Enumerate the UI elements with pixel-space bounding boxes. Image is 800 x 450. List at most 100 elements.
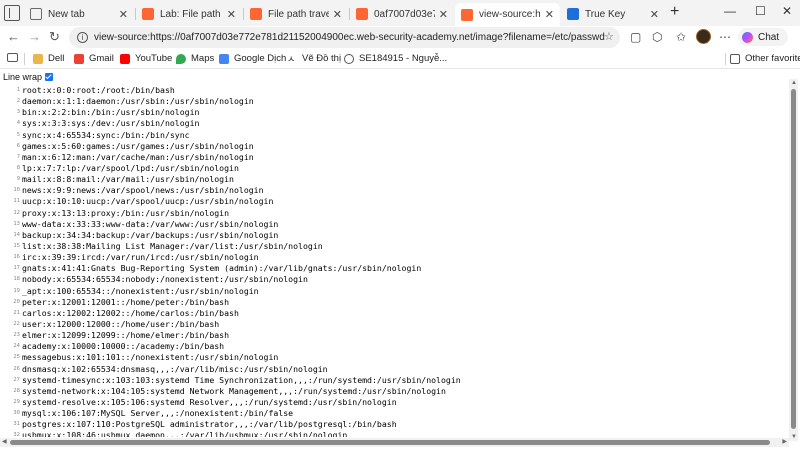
site-info-icon[interactable]: i [77,32,88,43]
source-line: 19 _apt:x:100:65534::/nonexistent:/usr/sb… [0,286,790,297]
new-tab-button[interactable]: + [670,4,679,20]
bookmark-youtube[interactable]: YouTube [120,53,172,64]
new-tab-icon [30,8,42,20]
bookmark-maps[interactable]: Maps [176,53,214,64]
other-favorites-label: Other favorites [745,53,800,64]
bookmark-label: Maps [191,53,215,64]
bookmark-gmail[interactable]: Gmail [74,53,114,64]
tab-file-path-traversal[interactable]: File path traversal, tr ✕ [244,3,348,25]
close-icon[interactable]: ✕ [227,8,236,21]
gmail-icon [74,53,84,64]
source-line: 3 bin:x:2:2:bin:/bin:/usr/sbin/nologin [0,107,790,118]
line-wrap-toggle[interactable]: Line wrap [3,72,54,82]
bookmark-se184915[interactable]: SE184915 - Nguyễ... [344,53,447,64]
close-icon[interactable]: ✕ [545,8,554,21]
line-text: mail:x:8:8:mail:/var/mail:/usr/sbin/nolo… [22,174,234,185]
source-line: 23 elmer:x:12099:12099::/home/elmer:/bin/… [0,330,790,341]
source-line: 32 usbmux:x:108:46:usbmux daemon,,,:/var/… [0,430,790,437]
bookmark-label: Vẽ Đồ thị [302,53,342,64]
url-text: view-source:https://0af7007d03e772e781d2… [94,32,605,43]
line-wrap-label: Line wrap [3,72,43,82]
scroll-down-icon[interactable]: ▼ [791,434,797,440]
bookmark-dell[interactable]: Dell [33,53,64,64]
close-icon[interactable]: ✕ [439,8,448,21]
tab-lab-instance[interactable]: 0af7007d03e772e78 ✕ [350,3,454,25]
scrollbar-thumb[interactable] [10,440,770,445]
forward-icon[interactable]: → [28,29,41,45]
line-number: 28 [13,387,20,394]
source-line: 1 root:x:0:0:root:/root:/bin/bash [0,85,790,96]
scroll-left-icon[interactable]: ◀ [2,438,7,445]
bookmark-google-dich[interactable]: Google Dịch [219,53,286,64]
line-number: 8 [16,164,20,171]
source-line: 21 carlos:x:12002:12002::/home/carlos:/bi… [0,308,790,319]
tab-lab-file-path-traversal[interactable]: Lab: File path traversal, tra ✕ [136,3,242,25]
source-line: 5 sync:x:4:65534:sync:/bin:/bin/sync [0,130,790,141]
bookmark-label: Google Dịch [234,53,287,64]
split-screen-icon[interactable]: ▢ [630,30,641,44]
scrollbar-thumb[interactable] [791,89,796,429]
close-icon[interactable]: ✕ [333,8,342,21]
line-text: man:x:6:12:man:/var/cache/man:/usr/sbin/… [22,151,254,162]
line-text: systemd-timesync:x:103:103:systemd Time … [22,374,461,385]
line-text: carlos:x:12002:12002::/home/carlos:/bin/… [22,307,239,318]
line-number: 18 [13,276,20,283]
line-number: 16 [13,254,20,261]
tab-true-key[interactable]: True Key ✕ [561,3,665,25]
line-number: 11 [13,198,20,205]
source-line: 7 man:x:6:12:man:/var/cache/man:/usr/sbin… [0,152,790,163]
tab-strip: New tab ✕ Lab: File path traversal, tra … [0,0,800,26]
source-line: 10 news:x:9:9:news:/var/spool/news:/usr/s… [0,185,790,196]
extensions-icon[interactable]: ⬡ [652,30,662,44]
close-icon[interactable]: ✕ [650,8,659,21]
line-text: root:x:0:0:root:/root:/bin/bash [22,85,175,95]
line-number: 32 [13,432,20,437]
back-icon[interactable]: ← [7,29,20,45]
source-line: 11 uucp:x:10:10:uucp:/var/spool/uucp:/usr… [0,196,790,207]
horizontal-scrollbar[interactable]: ◀ ▶ [0,438,789,447]
reading-list-icon[interactable] [7,53,18,62]
source-line: 12 proxy:x:13:13:proxy:/bin:/usr/sbin/nol… [0,208,790,219]
profile-avatar[interactable] [696,29,711,44]
favorites-icon[interactable]: ✩ [676,30,686,44]
favorite-star-icon[interactable]: ☆ [604,30,614,43]
line-number: 13 [13,220,20,227]
line-number: 4 [16,120,20,127]
close-icon[interactable]: ✕ [119,8,128,21]
minimize-icon[interactable]: — [724,4,736,18]
line-text: bin:x:2:2:bin:/bin:/usr/sbin/nologin [22,107,200,118]
line-text: www-data:x:33:33:www-data:/var/www:/usr/… [22,218,279,229]
line-text: user:x:12000:12000::/home/user:/bin/bash [22,318,220,329]
line-number: 5 [16,131,20,138]
source-line: 18 nobody:x:65534:65534:nobody:/nonexiste… [0,274,790,285]
other-favorites[interactable]: Other favorites [730,53,800,64]
copilot-chat-button[interactable]: Chat [738,28,788,46]
close-window-icon[interactable]: ✕ [782,4,792,18]
line-text: lp:x:7:7:lp:/var/spool/lpd:/usr/sbin/nol… [22,162,239,173]
tab-new-tab[interactable]: New tab ✕ [24,3,134,25]
refresh-icon[interactable]: ↻ [49,29,60,45]
line-wrap-checkbox[interactable] [45,73,54,81]
more-menu-icon[interactable]: ⋯ [719,30,731,44]
source-line: 6 games:x:5:60:games:/usr/games:/usr/sbin… [0,141,790,152]
bookmark-label: Gmail [89,53,114,64]
line-text: uucp:x:10:10:uucp:/var/spool/uucp:/usr/s… [22,196,274,207]
bookmark-ve-do-thi[interactable]: ㅅ Vẽ Đồ thị [287,53,341,64]
tab-label: Lab: File path traversal, tra [160,8,223,20]
maximize-icon[interactable]: ☐ [755,4,766,18]
line-text: _apt:x:100:65534::/nonexistent:/usr/sbin… [22,285,259,296]
tab-actions-icon[interactable] [4,5,20,21]
address-bar[interactable]: i view-source:https://0af7007d03e772e781… [69,27,620,48]
vertical-scrollbar[interactable]: ▲ ▼ [789,79,798,441]
line-number: 2 [16,98,20,105]
line-text: daemon:x:1:1:daemon:/usr/sbin:/usr/sbin/… [22,96,254,107]
tab-view-source[interactable]: view-source:https://0 ✕ [455,3,560,26]
line-text: proxy:x:13:13:proxy:/bin:/usr/sbin/nolog… [22,207,230,218]
scroll-up-icon[interactable]: ▲ [791,80,797,86]
line-text: peter:x:12001:12001::/home/peter:/bin/ba… [22,296,230,307]
truekey-icon [567,8,579,20]
scroll-right-icon[interactable]: ▶ [782,438,787,445]
source-line: 30 mysql:x:106:107:MySQL Server,,,:/nonex… [0,408,790,419]
line-number: 17 [13,265,20,272]
source-line: 20 peter:x:12001:12001::/home/peter:/bin/… [0,297,790,308]
